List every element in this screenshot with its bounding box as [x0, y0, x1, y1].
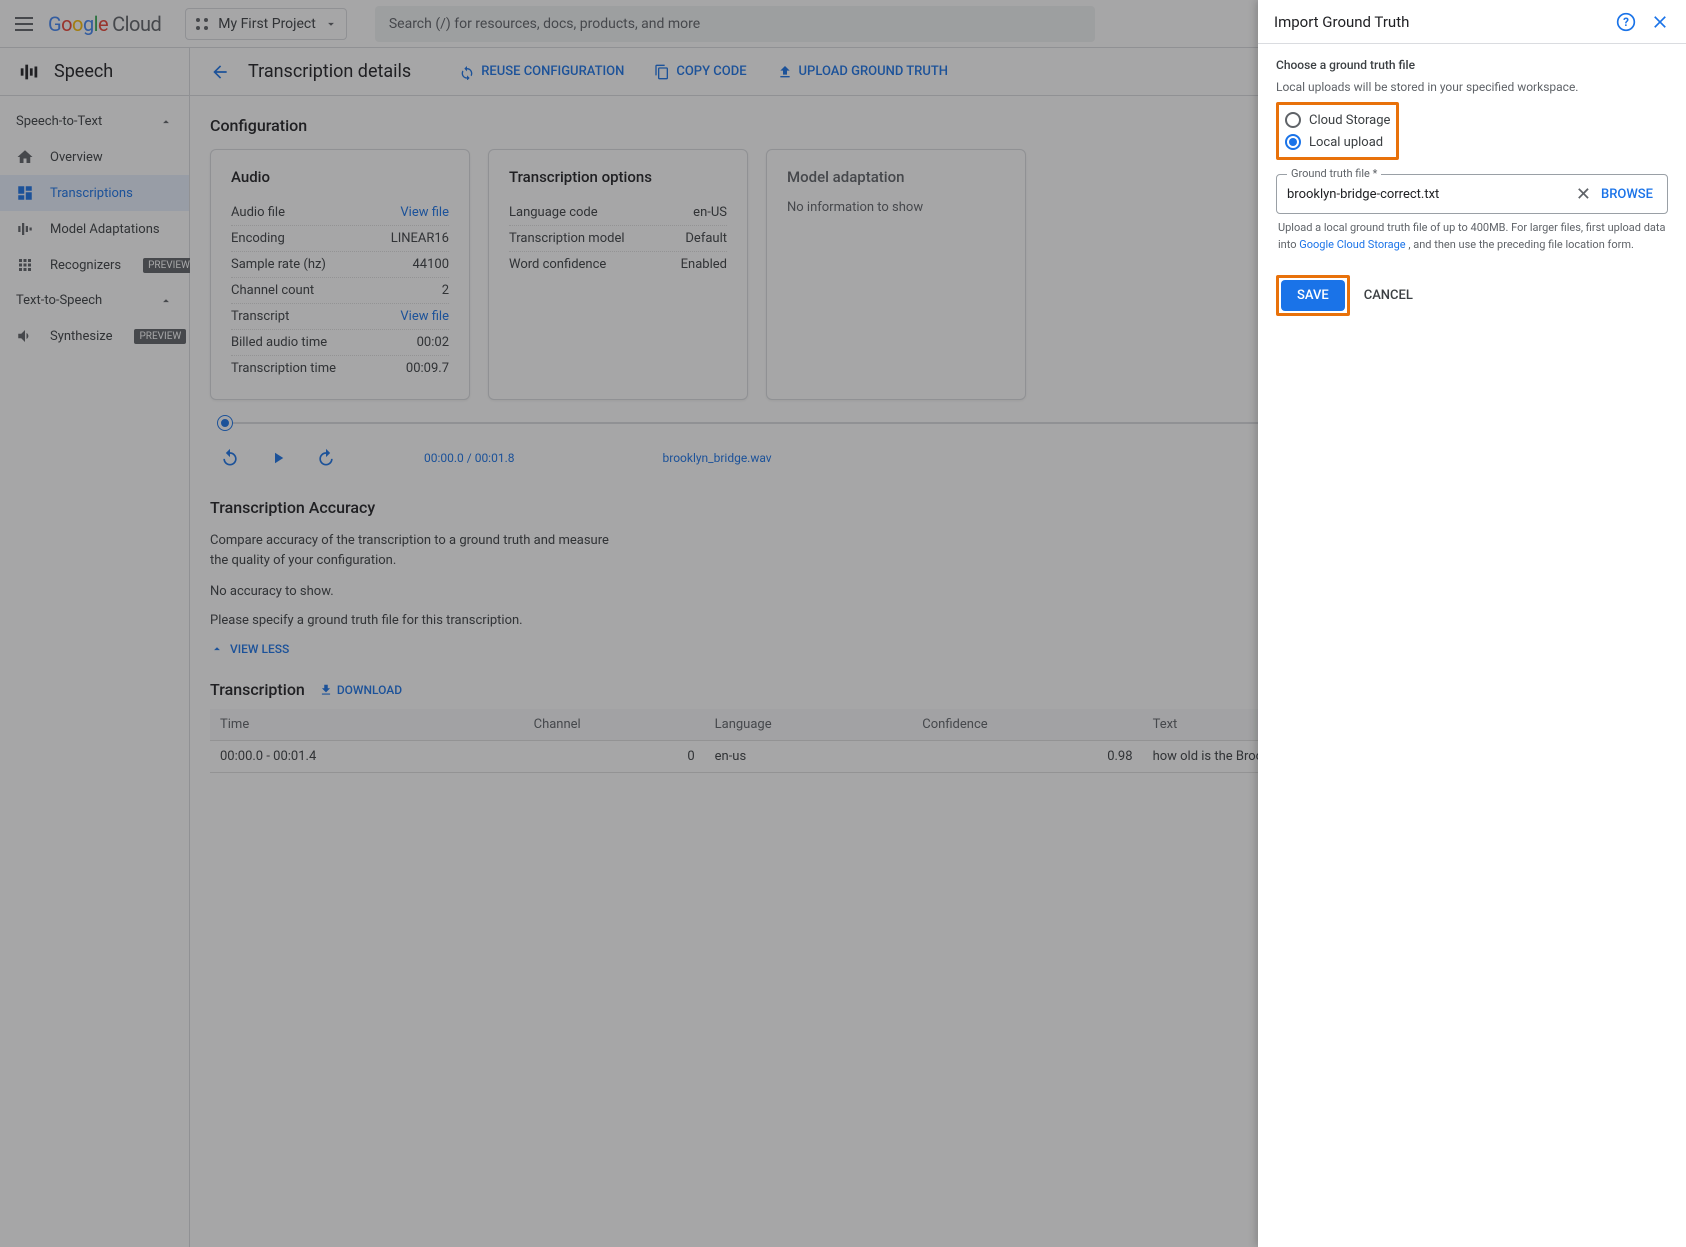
import-ground-truth-panel: Import Ground Truth ? Choose a ground tr… [1258, 0, 1686, 1247]
sheet-title: Import Ground Truth [1274, 13, 1409, 31]
clear-icon[interactable]: ✕ [1570, 184, 1597, 205]
field-label: Ground truth file * [1287, 167, 1381, 180]
close-icon[interactable] [1650, 12, 1670, 32]
gcs-link[interactable]: Google Cloud Storage [1299, 238, 1405, 251]
choose-label: Choose a ground truth file [1276, 58, 1668, 72]
help-icon[interactable]: ? [1616, 12, 1636, 32]
ground-truth-file-input[interactable] [1287, 187, 1570, 202]
cancel-button[interactable]: CANCEL [1364, 288, 1413, 303]
radio-icon [1285, 112, 1301, 128]
radio-cloud-storage[interactable]: Cloud Storage [1283, 109, 1392, 131]
save-button[interactable]: SAVE [1281, 280, 1345, 311]
upload-source-radio-group: Cloud Storage Local upload [1276, 102, 1399, 160]
radio-local-upload[interactable]: Local upload [1283, 131, 1392, 153]
ground-truth-file-field[interactable]: Ground truth file * ✕ BROWSE [1276, 174, 1668, 214]
upload-hint: Upload a local ground truth file of up t… [1278, 220, 1666, 253]
browse-button[interactable]: BROWSE [1597, 187, 1657, 202]
local-note: Local uploads will be stored in your spe… [1276, 80, 1668, 94]
radio-icon [1285, 134, 1301, 150]
svg-text:?: ? [1623, 15, 1629, 29]
